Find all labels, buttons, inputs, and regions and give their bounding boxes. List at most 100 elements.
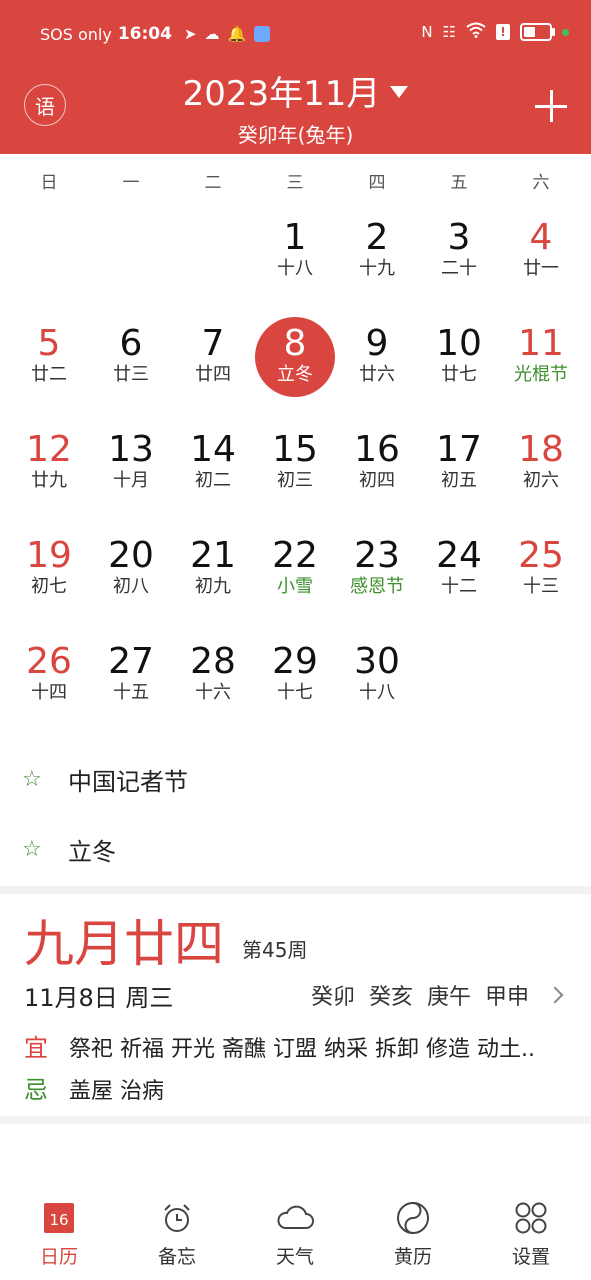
grid-settings-icon [511, 1198, 551, 1238]
calendar-day[interactable]: 15 初三 [254, 422, 336, 526]
ji-row: 忌 盖屋 治病 [24, 1070, 164, 1105]
calendar-day[interactable]: 23 感恩节 [336, 528, 418, 632]
almanac-card[interactable]: 九月廿四 第45周 11月8日 周三 癸卯 癸亥 庚午 甲申 宜 祭祀 祈福 开… [10, 896, 581, 1116]
calendar-day[interactable]: 9 廿六 [336, 316, 418, 420]
calendar-day[interactable]: 11 光棍节 [500, 316, 582, 420]
day-number: 28 [190, 641, 236, 682]
calendar-day[interactable]: 1 十八 [254, 210, 336, 314]
lunar-label: 十六 [195, 682, 231, 703]
day-number: 8 [283, 323, 307, 364]
calendar-day[interactable]: 16 初四 [336, 422, 418, 526]
tab-almanac[interactable]: 黄历 [354, 1188, 472, 1280]
ganzhi-row[interactable]: 癸卯 癸亥 庚午 甲申 [311, 979, 564, 1011]
yin-yang-icon [393, 1198, 433, 1238]
day-number: 19 [26, 535, 72, 576]
ganzhi-day: 庚午 [426, 985, 471, 1010]
day-number: 6 [119, 323, 143, 364]
event-label: 立冬 [68, 837, 116, 866]
calendar-day[interactable]: 4 廿一 [500, 210, 582, 314]
tab-weather[interactable]: 天气 [236, 1188, 354, 1280]
weekday-label: 六 [532, 173, 550, 193]
lunar-label: 廿一 [523, 258, 559, 279]
lunar-label: 初六 [523, 470, 559, 491]
event-item[interactable]: ☆ 立冬 [0, 814, 591, 884]
calendar-day[interactable]: 20 初八 [90, 528, 172, 632]
calendar-day[interactable]: 22 小雪 [254, 528, 336, 632]
app-icon [254, 26, 271, 42]
week-number: 第45周 [242, 938, 308, 962]
calendar-day[interactable]: 7 廿四 [172, 316, 254, 420]
day-number: 22 [272, 535, 318, 576]
event-item[interactable]: ☆ 中国记者节 [0, 744, 591, 814]
clock: 16:04 [117, 24, 172, 44]
calendar-day[interactable]: 13 十月 [90, 422, 172, 526]
calendar-day[interactable]: 21 初九 [172, 528, 254, 632]
lunar-label: 初七 [31, 576, 67, 597]
date-line: 11月8日 周三 [24, 984, 174, 1012]
day-number: 20 [108, 535, 154, 576]
lunar-label: 初四 [359, 470, 395, 491]
tab-calendar[interactable]: 16 日历 [0, 1188, 118, 1280]
ganzhi-hour: 甲申 [484, 985, 529, 1010]
weekday-label: 三 [286, 173, 304, 193]
alert-icon: ! [496, 24, 510, 40]
calendar-day[interactable]: 25 十三 [500, 528, 582, 632]
lunar-label: 十月 [113, 470, 149, 491]
calendar-day[interactable]: 17 初五 [418, 422, 500, 526]
cloud-icon: ☁ [204, 25, 220, 43]
calendar-day[interactable]: 19 初七 [8, 528, 90, 632]
day-number: 21 [190, 535, 236, 576]
lunar-label: 廿二 [31, 364, 67, 385]
month-selector[interactable]: 2023年11月 癸卯年(兔年) [0, 66, 591, 148]
day-number: 29 [272, 641, 318, 682]
add-button[interactable] [533, 88, 569, 124]
star-icon: ☆ [22, 836, 42, 862]
vibrate-icon: ☷ [442, 23, 456, 41]
lunar-date: 九月廿四 [24, 915, 224, 973]
nfc-icon: N [421, 23, 433, 41]
lunar-label: 十七 [277, 682, 313, 703]
tab-memo[interactable]: 备忘 [118, 1188, 236, 1280]
calendar-day[interactable]: 29 十七 [254, 634, 336, 738]
calendar-day[interactable]: 27 十五 [90, 634, 172, 738]
lunar-label: 初五 [441, 470, 477, 491]
bottom-tab-bar: 16 日历 备忘 天气 黄历 设置 [0, 1188, 591, 1280]
calendar-day[interactable]: 24 十二 [418, 528, 500, 632]
day-number: 2 [365, 217, 389, 258]
day-number: 30 [354, 641, 400, 682]
caret-down-icon[interactable] [390, 85, 409, 98]
day-number: 24 [436, 535, 482, 576]
event-list: ☆ 中国记者节 ☆ 立冬 [0, 744, 591, 884]
alarm-clock-icon [157, 1198, 197, 1238]
month-title[interactable]: 2023年11月 [183, 66, 381, 115]
lunar-label: 廿七 [441, 364, 477, 385]
calendar-day[interactable]: 26 十四 [8, 634, 90, 738]
weekday-label: 一 [122, 173, 140, 193]
day-number: 14 [190, 429, 236, 470]
lunar-label: 初八 [113, 576, 149, 597]
tab-label: 日历 [39, 1246, 78, 1268]
calendar-day[interactable]: 28 十六 [172, 634, 254, 738]
lunar-label: 感恩节 [350, 576, 404, 597]
calendar-day[interactable]: 10 廿七 [418, 316, 500, 420]
day-number: 18 [518, 429, 564, 470]
calendar-day[interactable]: 12 廿九 [8, 422, 90, 526]
calendar-day[interactable]: 6 廿三 [90, 316, 172, 420]
calendar-day-today[interactable]: 8 立冬 [254, 316, 336, 420]
tab-label: 设置 [511, 1246, 550, 1268]
section-divider [0, 1116, 591, 1124]
tab-settings[interactable]: 设置 [472, 1188, 590, 1280]
day-number: 11 [518, 323, 564, 364]
calendar-day[interactable]: 14 初二 [172, 422, 254, 526]
star-icon: ☆ [22, 766, 42, 792]
calendar-day[interactable]: 30 十八 [336, 634, 418, 738]
calendar-day[interactable]: 2 十九 [336, 210, 418, 314]
calendar-day[interactable]: 18 初六 [500, 422, 582, 526]
chevron-right-icon[interactable] [546, 986, 564, 1004]
calendar-day[interactable]: 3 二十 [418, 210, 500, 314]
lunar-label: 廿九 [31, 470, 67, 491]
calendar-day[interactable]: 5 廿二 [8, 316, 90, 420]
tab-label: 天气 [275, 1246, 314, 1268]
app-header: SOS only 16:04 ➤ ☁ 🔔 N ☷ ! 语 2023年11月 癸卯… [0, 0, 591, 154]
lunar-label: 廿四 [195, 364, 231, 385]
